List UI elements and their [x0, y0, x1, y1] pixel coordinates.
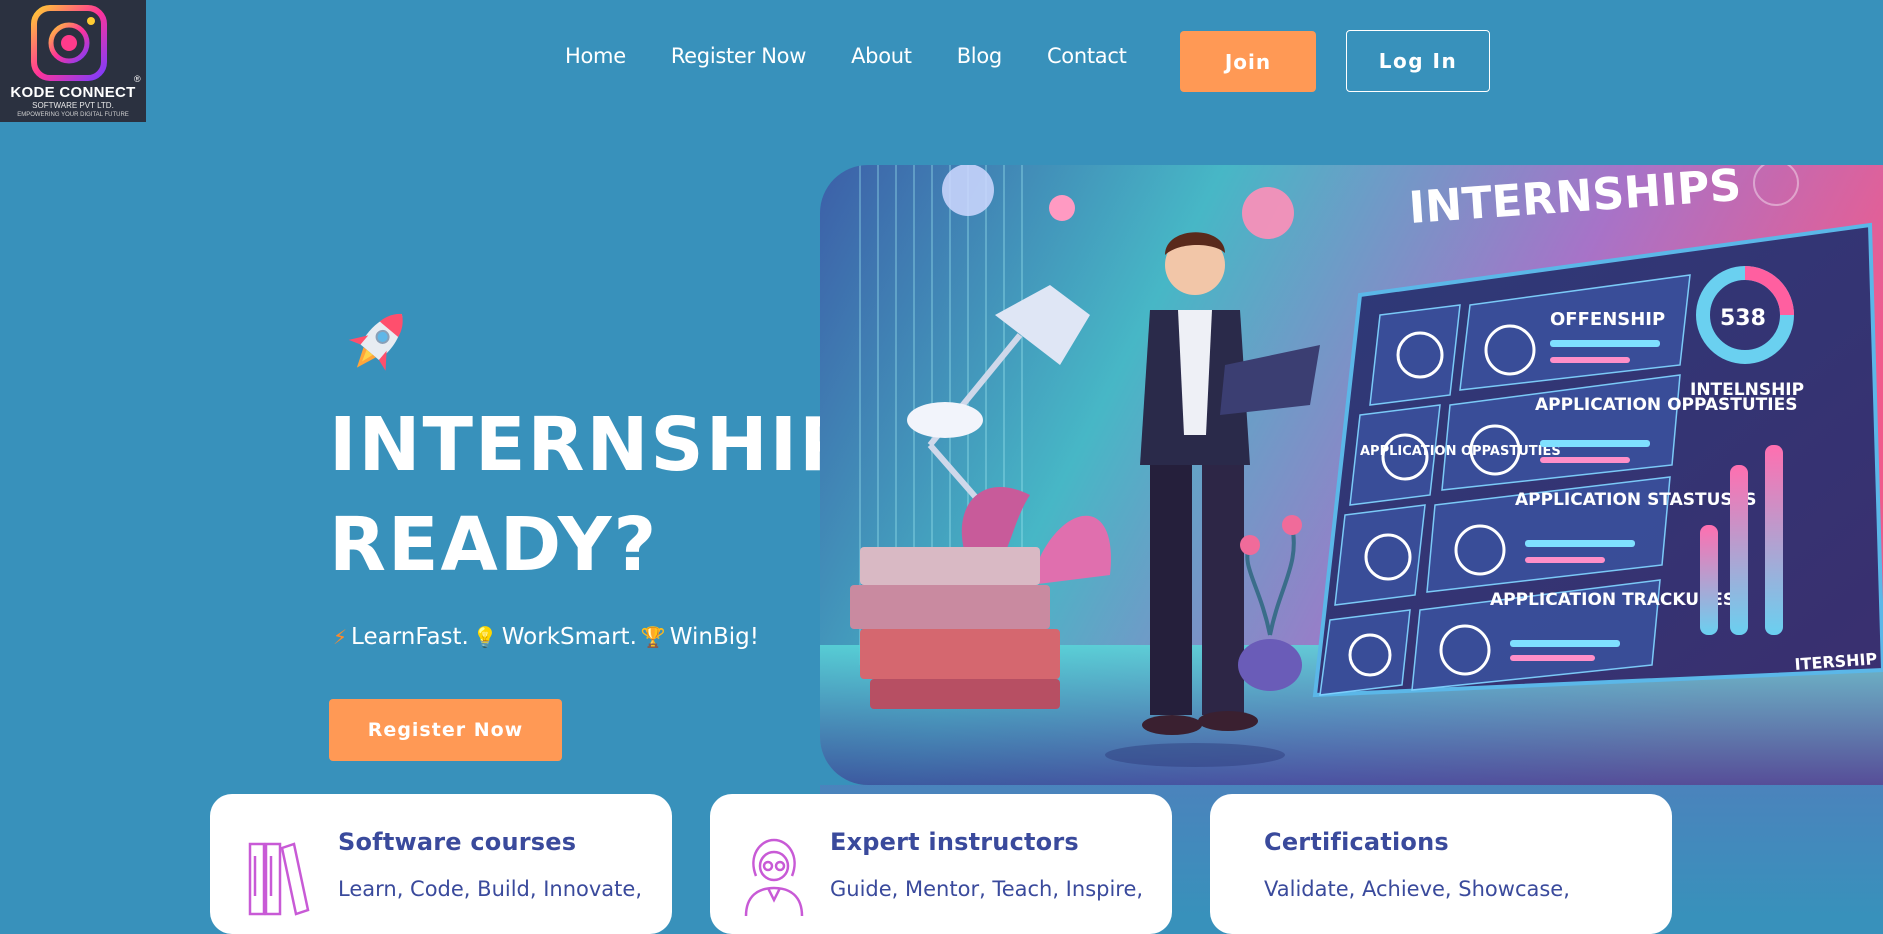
nav-register-link[interactable]: Register Now [671, 44, 807, 68]
card-text: Guide, Mentor, Teach, Inspire, [830, 877, 1144, 901]
register-now-button[interactable]: Register Now [329, 699, 562, 761]
logo-slogan: EMPOWERING YOUR DIGITAL FUTURE [17, 112, 129, 118]
card-title: Expert instructors [830, 828, 1079, 856]
card-title: Software courses [338, 828, 577, 856]
books-icon [248, 842, 310, 916]
art-panel-label-1: OFFENSHIP [1550, 309, 1665, 330]
tagline-learn: LearnFast. [351, 624, 469, 650]
hero-tagline: ⚡ LearnFast. 💡 WorkSmart. 🏆 WinBig! [333, 624, 759, 650]
logo-subtitle: SOFTWARE PVT LTD. [32, 101, 114, 110]
camera-logo-icon [31, 5, 107, 81]
instructor-icon [744, 838, 804, 916]
trophy-icon: 🏆 [640, 625, 666, 649]
lightbulb-icon: 💡 [472, 625, 498, 649]
art-gauge-value: 538 [1720, 306, 1766, 331]
registered-mark: ® [134, 74, 141, 84]
nav-blog-link[interactable]: Blog [957, 44, 1003, 68]
feature-card-certifications[interactable]: Certifications Validate, Achieve, Showca… [1210, 794, 1672, 934]
card-title: Certifications [1264, 828, 1449, 856]
brand-logo[interactable]: ® KODE CONNECT SOFTWARE PVT LTD. EMPOWER… [0, 0, 146, 122]
nav-home-link[interactable]: Home [565, 44, 626, 68]
hero-illustration: INTERNSHIPS OFFENSHIP APPLICATION OPPAST… [820, 165, 1883, 785]
art-panel-label-3: APPLICATION OPPASTUTIES [1360, 444, 1561, 459]
tagline-win: WinBig! [669, 624, 759, 650]
nav-contact-link[interactable]: Contact [1047, 44, 1127, 68]
login-button[interactable]: Log In [1346, 30, 1490, 92]
card-text: Learn, Code, Build, Innovate, [338, 877, 643, 901]
card-text: Validate, Achieve, Showcase, [1264, 877, 1570, 901]
main-nav: Home Register Now About Blog Contact [565, 44, 1172, 68]
rocket-icon [348, 313, 403, 371]
hero-title: INTERNSHIP READY? [329, 395, 853, 595]
hero-title-line-2: READY? [329, 502, 659, 588]
hero-title-line-1: INTERNSHIP [329, 402, 856, 488]
tagline-work: WorkSmart. [501, 624, 637, 650]
join-button[interactable]: Join [1180, 31, 1316, 92]
lightning-icon: ⚡ [333, 625, 348, 649]
logo-name: KODE CONNECT [10, 84, 136, 101]
feature-card-software-courses[interactable]: Software courses Learn, Code, Build, Inn… [210, 794, 672, 934]
art-panel-label-4: APPLICATION STASTUSES [1515, 490, 1757, 510]
nav-about-link[interactable]: About [851, 44, 912, 68]
art-panel-label-6: INTELNSHIP [1690, 380, 1804, 400]
feature-card-expert-instructors[interactable]: Expert instructors Guide, Mentor, Teach,… [710, 794, 1172, 934]
